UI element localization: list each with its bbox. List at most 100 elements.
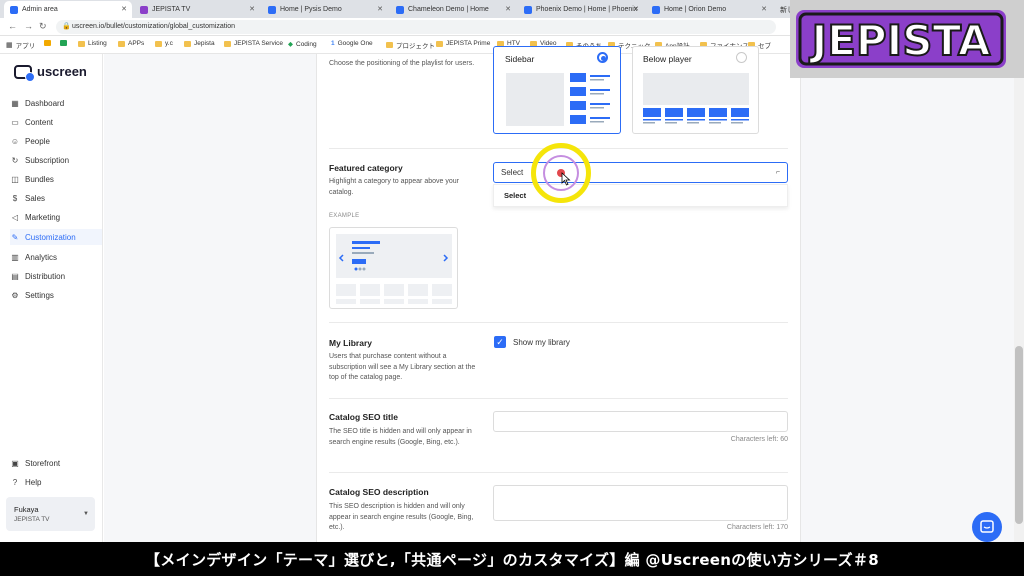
doc-icon: ▤ [11,271,19,281]
close-tab-icon[interactable]: ✕ [505,5,511,13]
video-caption: 【メインデザイン「テーマ」選びと,「共通ページ」のカスタマイズ】編 @Uscre… [0,542,1024,576]
my-library-description: Users that purchase content without a su… [329,353,476,381]
bookmark-jepista-service[interactable]: JEPISTA Service [224,40,283,47]
example-label: EXAMPLE [329,213,360,219]
catalog-seo-title-input[interactable] [493,411,788,432]
select-caret-icon: ⌐ [775,169,780,176]
sidebar-item-sales[interactable]: $ Sales [10,190,102,206]
folder-icon [118,40,125,47]
bookmark-icon-1[interactable] [44,40,54,46]
close-tab-icon[interactable]: ✕ [761,5,767,13]
help-icon: ? [12,477,18,487]
account-org: JEPISTA TV [14,516,50,523]
catalog-seo-description-input[interactable] [493,485,788,521]
featured-category-title: Featured category [329,163,403,173]
browser-tab-jepista[interactable]: JEPISTA TV ✕ [134,1,260,18]
uscreen-favicon-icon [10,5,18,14]
bookmark-icon-2[interactable] [60,40,70,46]
featured-preview-illustration-icon [336,234,452,304]
featured-category-description: Highlight a category to appear above you… [329,178,459,196]
refresh-icon: ↻ [11,155,19,165]
section-divider [329,472,788,473]
sidebar-item-subscription[interactable]: ↻ Subscription [10,152,102,168]
app-sidebar: uscreen ▦ Dashboard ▭ Content ☺ People ↻ Sub… [0,54,103,542]
sidebar-item-analytics[interactable]: ▥ Analytics [10,249,102,265]
gear-icon: ⚙ [11,290,19,300]
show-my-library-checkbox[interactable]: ✓ [494,336,506,348]
uscreen-favicon-icon [396,5,404,14]
close-tab-icon[interactable]: ✕ [633,5,639,13]
brand-logo[interactable]: uscreen [14,64,87,82]
page-scrollbar-thumb[interactable] [1015,346,1023,524]
featured-category-example-preview [329,227,458,309]
radio-below-player[interactable] [736,52,747,63]
folder-icon [184,40,191,47]
section-divider [329,398,788,399]
svg-text:JEPISTA: JEPISTA [809,16,991,65]
store-icon: ▣ [11,458,19,468]
catalog-seo-description-text: This SEO description is hidden and will … [329,503,474,531]
dollar-icon: $ [12,193,18,203]
sidebar-item-settings[interactable]: ⚙ Settings [10,287,102,303]
bookmark-yc[interactable]: y.c [155,40,173,47]
jepista-favicon-icon [140,5,148,14]
folder-icon [155,40,162,47]
close-tab-icon[interactable]: ✕ [121,5,127,13]
folder-icon [224,40,231,47]
megaphone-icon: ◁ [11,212,19,222]
jepista-logo: JEPISTA [796,10,1006,68]
browser-tab-pysis[interactable]: Home | Pysis Demo ✕ [262,1,388,18]
my-library-title: My Library [329,338,372,348]
sidebar-item-storefront[interactable]: ▣ Storefront [10,455,102,471]
folder-icon [78,40,85,47]
bookmark-listing[interactable]: Listing [78,40,107,47]
browser-tab-orion[interactable]: Home | Orion Demo ✕ [646,1,772,18]
account-switcher[interactable]: Fukaya JEPISTA TV ▼ [6,497,95,531]
account-name: Fukaya [14,505,39,514]
grid-icon: ▦ [11,98,19,108]
bookmark-coding[interactable]: ◆ Coding [288,40,317,49]
back-icon[interactable]: ← [8,21,17,31]
chat-support-button[interactable] [972,512,1002,542]
seo-description-characters-left: Characters left: 170 [726,524,788,531]
edit-icon: ✎ [11,232,19,242]
bookmark-favicon-icon [60,40,67,46]
bookmark-google-one[interactable]: 1 Google One [331,40,373,47]
sidebar-item-content[interactable]: ▭ Content [10,114,102,130]
folder-icon [386,42,393,48]
show-my-library-label: Show my library [513,338,570,347]
playlist-option-below-player[interactable]: Below player [632,46,759,134]
forward-icon[interactable]: → [24,21,33,31]
browser-tab-chameleon[interactable]: Chameleon Demo | Home ✕ [390,1,516,18]
uscreen-favicon-icon [268,5,276,14]
bookmark-jepista-prime[interactable]: JEPISTA Prime [436,40,490,47]
chat-icon [980,520,994,533]
close-tab-icon[interactable]: ✕ [249,5,255,13]
playlist-description: Choose the positioning of the playlist f… [329,60,475,67]
sidebar-item-customization[interactable]: ✎ Customization [10,229,102,245]
section-divider [329,322,788,323]
bookmark-favicon-icon [44,40,51,46]
reload-icon[interactable]: ↻ [39,21,47,32]
playlist-option-sidebar[interactable]: Sidebar [493,46,621,134]
coding-icon: ◆ [288,41,293,48]
close-tab-icon[interactable]: ✕ [377,5,383,13]
browser-tab-phoenix[interactable]: Phoenix Demo | Home | Phoenix ✕ [518,1,644,18]
bookmark-jepista[interactable]: Jepista [184,40,215,47]
sidebar-item-bundles[interactable]: ◫ Bundles [10,171,102,187]
bookmark-apps-folder[interactable]: APPs [118,40,144,47]
radio-sidebar[interactable] [597,52,608,63]
option-below-player-label: Below player [643,54,692,64]
sidebar-item-distribution[interactable]: ▤ Distribution [10,268,102,284]
bookmark-apps[interactable]: ▦ アプリ [6,40,35,50]
url-field[interactable]: 🔒 uscreen.io/bullet/customization/global_… [56,20,776,34]
box-icon: ◫ [11,174,19,184]
folder-icon: ▭ [11,117,19,127]
sidebar-item-marketing[interactable]: ◁ Marketing [10,209,102,225]
browser-tab-admin[interactable]: Admin area ✕ [4,1,132,18]
sidebar-item-dashboard[interactable]: ▦ Dashboard [10,95,102,111]
bookmark-project[interactable]: プロジェクト [386,40,435,50]
sidebar-item-people[interactable]: ☺ People [10,133,102,149]
sidebar-item-help[interactable]: ? Help [10,474,102,490]
catalog-seo-title-description: The SEO title is hidden and will only ap… [329,428,472,446]
